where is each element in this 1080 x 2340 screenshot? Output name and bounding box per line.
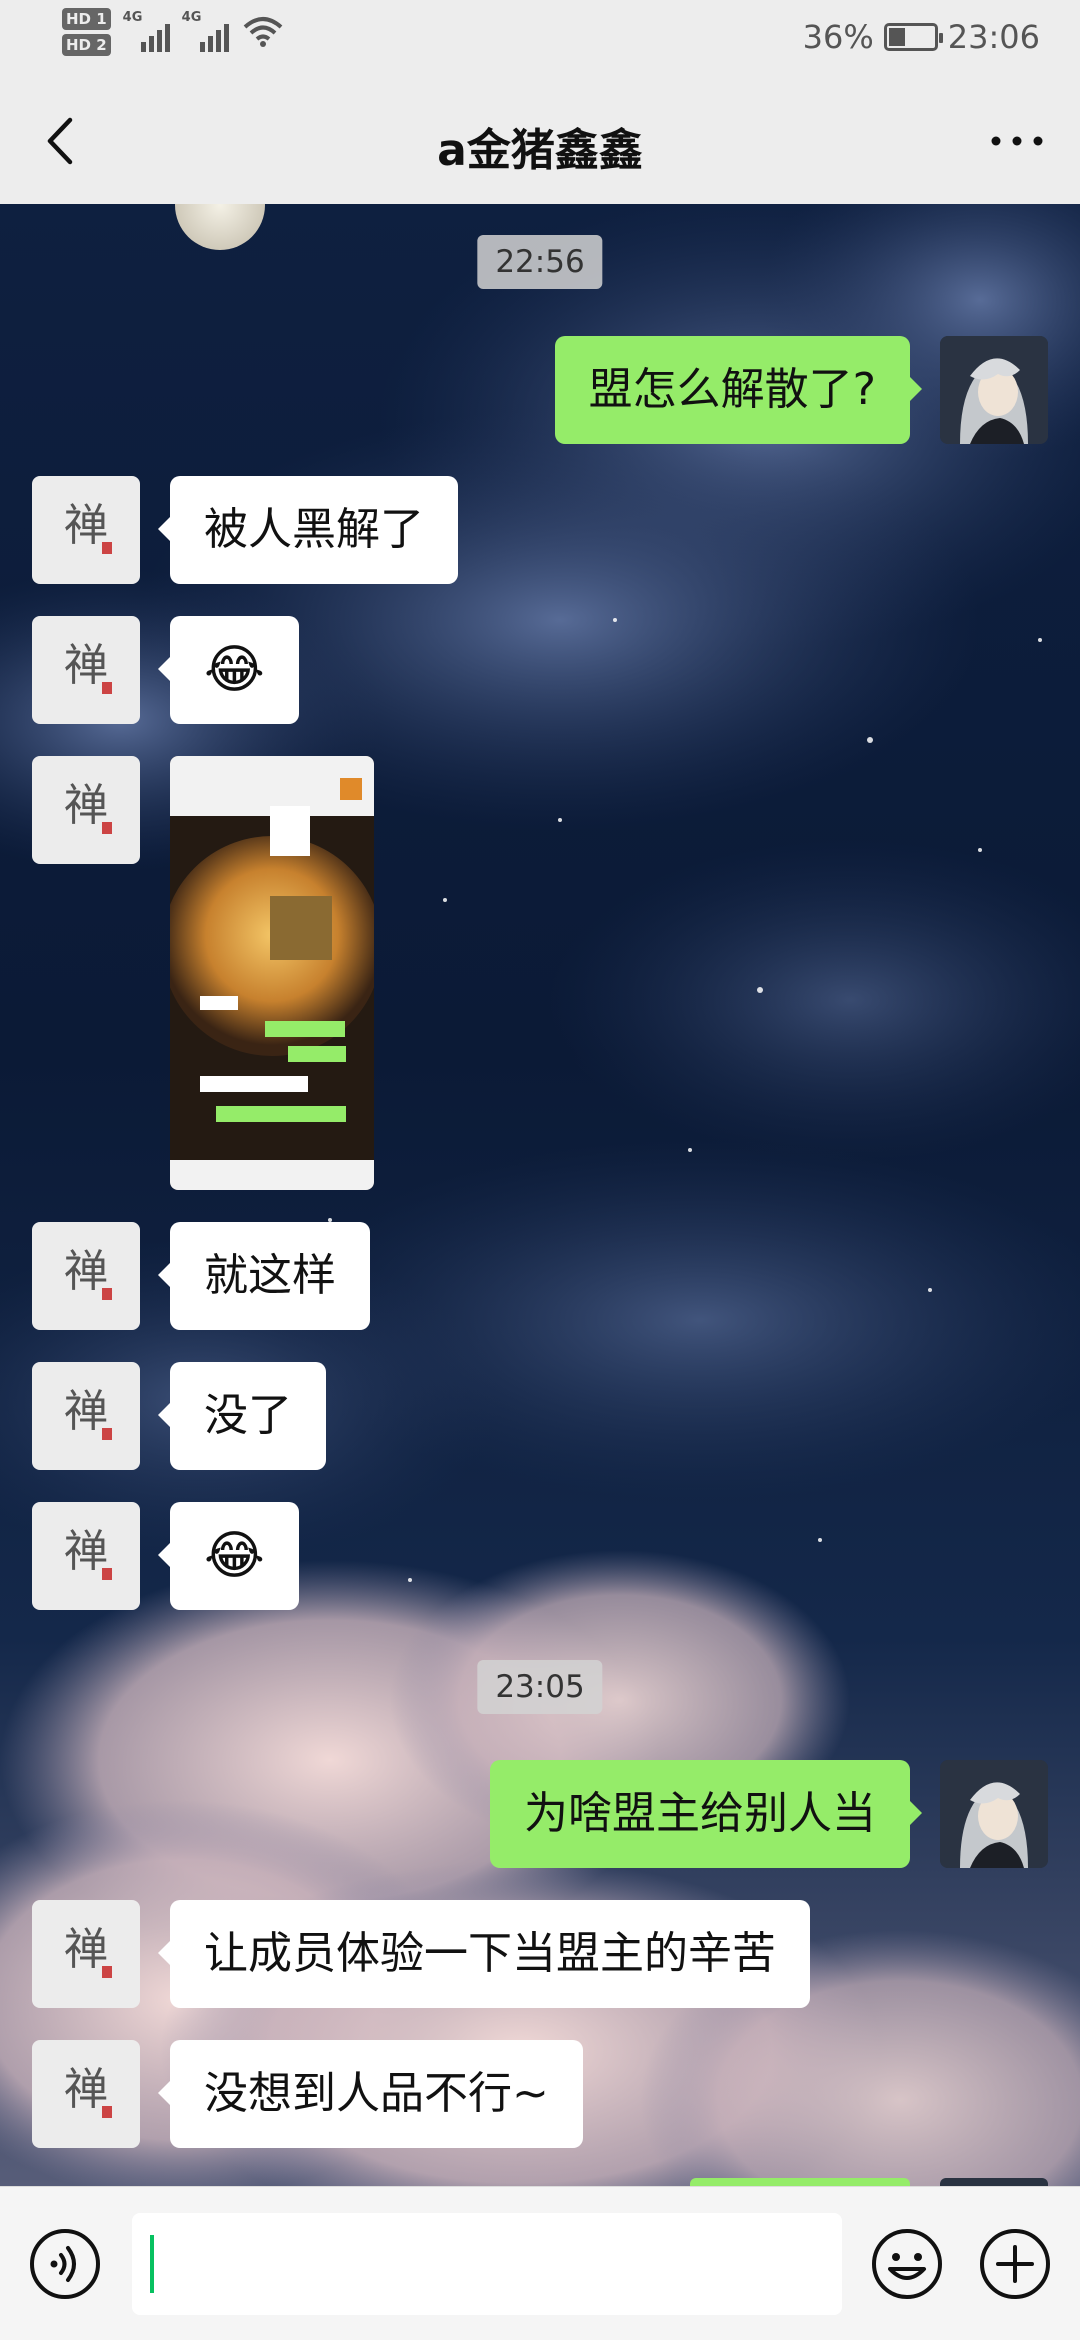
signal-icon-1: 4G (122, 10, 170, 52)
sim2-label: HD 2 (62, 34, 111, 56)
contact-avatar[interactable]: 禅 (32, 1502, 140, 1610)
calligraphy-logo-icon: 禅 (64, 1526, 112, 1580)
svg-text:禅: 禅 (64, 500, 108, 551)
voice-icon (30, 2229, 100, 2299)
incoming-message[interactable]: 让成员体验一下当盟主的辛苦 (158, 1900, 810, 2008)
contact-avatar[interactable]: 禅 (32, 476, 140, 584)
status-left: HD 1 HD 2 4G 4G (62, 8, 283, 56)
more-button[interactable] (984, 108, 1050, 174)
svg-text:禅: 禅 (64, 1526, 108, 1577)
network-label-2: 4G (181, 10, 202, 25)
input-bar (0, 2186, 1080, 2340)
sim1-label: HD 1 (62, 8, 111, 30)
signal-icon-2: 4G (181, 10, 229, 52)
svg-text:禅: 禅 (64, 1246, 108, 1297)
incoming-image-message[interactable] (170, 756, 374, 1190)
outgoing-message-partial[interactable] (690, 2178, 910, 2186)
status-bar: HD 1 HD 2 4G 4G 36% 23:06 (0, 0, 1080, 78)
incoming-message[interactable]: 被人黑解了 (158, 476, 458, 584)
status-time: 23:06 (947, 18, 1040, 56)
chat-header: a金猪鑫鑫 (0, 78, 1080, 204)
add-icon (980, 2229, 1050, 2299)
outgoing-message[interactable]: 为啥盟主给别人当 (490, 1760, 922, 1868)
add-button[interactable] (978, 2227, 1052, 2301)
calligraphy-logo-icon: 禅 (64, 1246, 112, 1300)
incoming-emoji-message[interactable]: 😂 (158, 1502, 299, 1610)
text-cursor (150, 2235, 154, 2293)
calligraphy-logo-icon: 禅 (64, 1386, 112, 1440)
calligraphy-logo-icon: 禅 (64, 500, 112, 554)
emoji-icon (872, 2229, 942, 2299)
svg-text:禅: 禅 (64, 1386, 108, 1437)
outgoing-message[interactable]: 盟怎么解散了? (554, 336, 923, 444)
calligraphy-logo-icon: 禅 (64, 1924, 112, 1978)
battery-icon (883, 23, 943, 51)
my-avatar[interactable] (940, 1760, 1048, 1868)
svg-text:禅: 禅 (64, 1924, 108, 1975)
incoming-message[interactable]: 就这样 (158, 1222, 370, 1330)
battery-level (888, 28, 905, 46)
chat-screenshot-thumbnail (170, 756, 374, 1190)
incoming-message[interactable]: 没了 (158, 1362, 326, 1470)
network-label-1: 4G (122, 10, 143, 25)
sim-indicators: HD 1 HD 2 (62, 8, 111, 56)
contact-avatar[interactable]: 禅 (32, 1900, 140, 2008)
svg-text:禅: 禅 (64, 640, 108, 691)
contact-avatar[interactable]: 禅 (32, 1362, 140, 1470)
status-right: 36% 23:06 (803, 18, 1040, 56)
svg-text:禅: 禅 (64, 780, 108, 831)
my-avatar[interactable] (940, 336, 1048, 444)
chat-title: a金猪鑫鑫 (437, 125, 643, 176)
more-dots-icon (991, 136, 1043, 146)
anime-portrait-icon (940, 336, 1048, 444)
contact-avatar[interactable]: 禅 (32, 616, 140, 724)
emoji-button[interactable] (870, 2227, 944, 2301)
incoming-message[interactable]: 没想到人品不行~ (158, 2040, 583, 2148)
my-avatar-partial[interactable] (940, 2178, 1048, 2186)
chat-screen: HD 1 HD 2 4G 4G 36% 23:06 a金猪鑫鑫 22:56 盟怎… (0, 0, 1080, 2340)
timestamp: 22:56 (477, 235, 603, 289)
svg-text:禅: 禅 (64, 2064, 108, 2115)
contact-avatar[interactable]: 禅 (32, 1222, 140, 1330)
anime-portrait-icon (940, 1760, 1048, 1868)
message-input[interactable] (132, 2213, 842, 2315)
contact-avatar[interactable]: 禅 (32, 2040, 140, 2148)
calligraphy-logo-icon: 禅 (64, 2064, 112, 2118)
calligraphy-logo-icon: 禅 (64, 780, 112, 834)
contact-avatar[interactable]: 禅 (32, 756, 140, 864)
incoming-emoji-message[interactable]: 😂 (158, 616, 299, 724)
voice-button[interactable] (28, 2227, 102, 2301)
calligraphy-logo-icon: 禅 (64, 640, 112, 694)
timestamp: 23:05 (477, 1660, 603, 1714)
battery-percent: 36% (802, 18, 874, 56)
wifi-icon (243, 17, 282, 47)
